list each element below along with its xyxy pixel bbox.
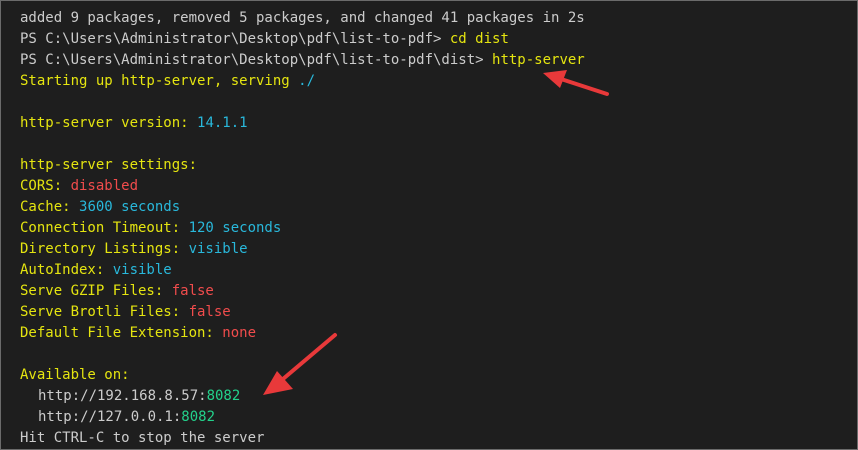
prompt-text: PS C:\Users\Administrator\Desktop\pdf\li… (20, 31, 450, 47)
setting-label: Connection Timeout: (20, 220, 189, 236)
settings-heading: http-server settings: (20, 157, 198, 173)
setting-value: false (171, 283, 214, 299)
setting-value: none (222, 325, 257, 341)
terminal-window[interactable]: added 9 packages, removed 5 packages, an… (0, 0, 858, 450)
address-line: http://192.168.8.57:8082 (20, 386, 857, 407)
setting-label: Default File Extension: (20, 325, 223, 341)
setting-label: Directory Listings: (20, 241, 189, 257)
setting-label: Cache: (20, 199, 80, 215)
setting-line-timeout: Connection Timeout: 120 seconds (20, 218, 857, 239)
available-heading: Available on: (20, 367, 130, 383)
setting-line-autoindex: AutoIndex: visible (20, 260, 857, 281)
prompt-line-http-server: PS C:\Users\Administrator\Desktop\pdf\li… (20, 50, 857, 71)
setting-value: false (188, 304, 231, 320)
terminal-output: added 9 packages, removed 5 packages, an… (20, 8, 857, 449)
address-host: http://127.0.0.1: (38, 409, 182, 425)
setting-line-brotli: Serve Brotli Files: false (20, 302, 857, 323)
address-port: 8082 (181, 409, 216, 425)
stop-hint-line: Hit CTRL-C to stop the server (20, 430, 265, 446)
serve-path: ./ (298, 73, 316, 89)
command-text: http-server (492, 52, 585, 68)
setting-line-cors: CORS: disabled (20, 176, 857, 197)
address-line: http://127.0.0.1:8082 (20, 407, 857, 428)
starting-text: Starting up http-server, serving (20, 73, 299, 89)
version-value: 14.1.1 (197, 115, 248, 131)
starting-line: Starting up http-server, serving ./ (20, 71, 857, 92)
setting-label: Serve GZIP Files: (20, 283, 172, 299)
version-line: http-server version: 14.1.1 (20, 113, 857, 134)
setting-value: 120 seconds (188, 220, 282, 236)
setting-line-default-extension: Default File Extension: none (20, 323, 857, 344)
address-port: 8082 (206, 388, 241, 404)
prompt-text: PS C:\Users\Administrator\Desktop\pdf\li… (20, 52, 493, 68)
setting-label: AutoIndex: (20, 262, 113, 278)
setting-value: 3600 seconds (79, 199, 181, 215)
address-host: http://192.168.8.57: (38, 388, 207, 404)
command-text: cd dist (449, 31, 509, 47)
setting-line-cache: Cache: 3600 seconds (20, 197, 857, 218)
setting-value: disabled (70, 178, 139, 194)
install-summary-line: added 9 packages, removed 5 packages, an… (20, 10, 585, 26)
setting-value: visible (188, 241, 248, 257)
setting-value: visible (112, 262, 172, 278)
setting-line-directory-listings: Directory Listings: visible (20, 239, 857, 260)
setting-label: Serve Brotli Files: (20, 304, 189, 320)
setting-line-gzip: Serve GZIP Files: false (20, 281, 857, 302)
version-label: http-server version: (20, 115, 198, 131)
prompt-line-cd: PS C:\Users\Administrator\Desktop\pdf\li… (20, 29, 857, 50)
setting-label: CORS: (20, 178, 71, 194)
